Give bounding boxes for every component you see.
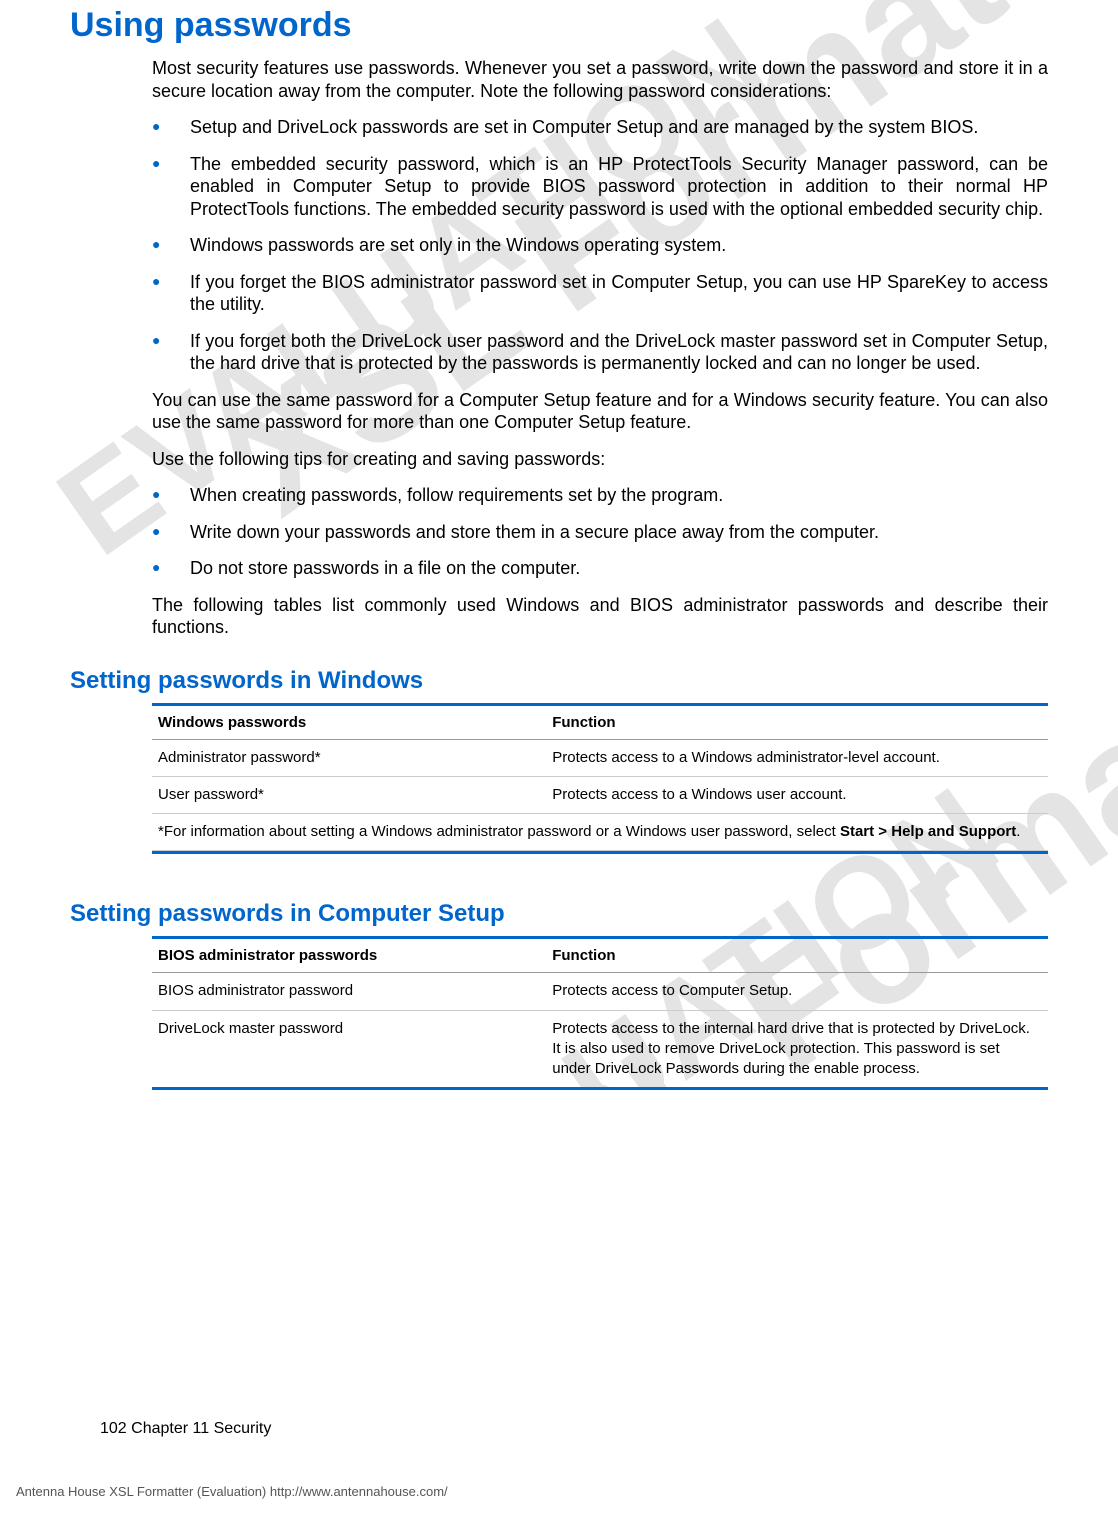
table-row: DriveLock master password Protects acces… [152,1010,1048,1087]
list-item: Do not store passwords in a file on the … [152,557,1048,580]
intro-paragraph: Most security features use passwords. Wh… [152,57,1048,102]
column-header: BIOS administrator passwords [152,939,546,973]
bios-passwords-table: BIOS administrator passwords Function BI… [152,939,1048,1087]
table-cell: DriveLock master password [152,1010,546,1087]
table-cell: Protects access to Computer Setup. [546,973,1048,1010]
table-cell: Protects access to the internal hard dri… [546,1010,1048,1087]
list-item: Windows passwords are set only in the Wi… [152,234,1048,257]
table-header-row: Windows passwords Function [152,706,1048,740]
page-footer: 102 Chapter 11 Security [100,1420,271,1438]
table-row: BIOS administrator password Protects acc… [152,973,1048,1010]
table-cell: BIOS administrator password [152,973,546,1010]
table-bottom-rule [152,851,1048,854]
page-title: Using passwords [70,0,1048,45]
paragraph: The following tables list commonly used … [152,594,1048,639]
list-item: The embedded security password, which is… [152,153,1048,221]
list-item: Setup and DriveLock passwords are set in… [152,116,1048,139]
section-heading-windows: Setting passwords in Windows [70,667,1048,695]
table-bottom-rule [152,1087,1048,1090]
list-item: When creating passwords, follow requirem… [152,484,1048,507]
bullet-list-2: When creating passwords, follow requirem… [152,484,1048,580]
table-cell: Administrator password* [152,739,546,776]
list-item: If you forget both the DriveLock user pa… [152,330,1048,375]
table-row: User password* Protects access to a Wind… [152,776,1048,813]
column-header: Windows passwords [152,706,546,740]
paragraph: Use the following tips for creating and … [152,448,1048,471]
table-row: Administrator password* Protects access … [152,739,1048,776]
table-header-row: BIOS administrator passwords Function [152,939,1048,973]
table-note-row: *For information about setting a Windows… [152,814,1048,851]
paragraph: You can use the same password for a Comp… [152,389,1048,434]
bullet-list-1: Setup and DriveLock passwords are set in… [152,116,1048,375]
windows-passwords-table: Windows passwords Function Administrator… [152,706,1048,852]
section-heading-computer-setup: Setting passwords in Computer Setup [70,900,1048,928]
column-header: Function [546,939,1048,973]
formatter-credit: Antenna House XSL Formatter (Evaluation)… [16,1484,448,1499]
table-note: *For information about setting a Windows… [152,814,1048,851]
column-header: Function [546,706,1048,740]
list-item: If you forget the BIOS administrator pas… [152,271,1048,316]
list-item: Write down your passwords and store them… [152,521,1048,544]
table-cell: Protects access to a Windows administrat… [546,739,1048,776]
table-cell: Protects access to a Windows user accoun… [546,776,1048,813]
table-cell: User password* [152,776,546,813]
